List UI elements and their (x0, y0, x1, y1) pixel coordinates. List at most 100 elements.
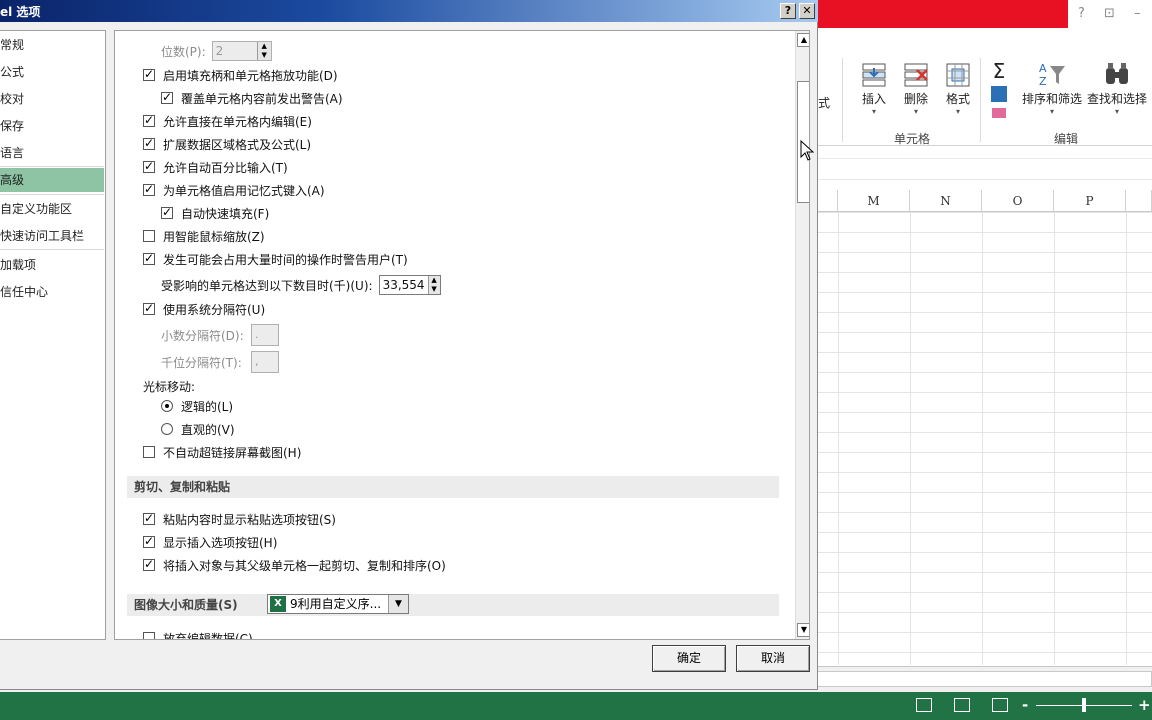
decimal-places-stepper[interactable]: 2 ▲ ▼ (211, 41, 272, 61)
column-header-o[interactable]: O (982, 190, 1054, 212)
ribbon-format-partial: 式 (818, 96, 831, 110)
nav-item-quick-access-toolbar[interactable]: 快速访问工具栏 (0, 224, 104, 248)
system-separators-label: 使用系统分隔符(U) (163, 302, 266, 317)
eraser-icon[interactable] (992, 108, 1006, 118)
zoom-out-button[interactable]: - (1022, 696, 1028, 714)
visual-radio[interactable] (161, 423, 173, 435)
worksheet-grid[interactable] (818, 212, 1152, 665)
dialog-title: el 选项 (0, 5, 41, 19)
fill-handle-option[interactable]: 启用填充柄和单元格拖放功能(D) (143, 66, 338, 84)
nav-item-advanced[interactable]: 高级 (0, 168, 104, 192)
no-hyperlink-screenshot-option[interactable]: 不自动超链接屏幕截图(H) (143, 443, 301, 461)
cursor-logical-option[interactable]: 逻辑的(L) (161, 397, 233, 415)
edit-group-label: 编辑 (1054, 132, 1079, 146)
page-layout-icon[interactable] (954, 698, 970, 712)
autocomplete-checkbox[interactable] (143, 182, 155, 196)
insert-options-option[interactable]: 显示插入选项按钮(H) (143, 533, 277, 551)
dialog-title-bar[interactable]: el 选项 ? ✕ (0, 0, 818, 22)
system-separators-checkbox[interactable] (143, 301, 155, 315)
insert-options-checkbox[interactable] (143, 534, 155, 548)
paste-options-option[interactable]: 粘贴内容时显示粘贴选项按钮(S) (143, 510, 336, 528)
section-image-size-quality: 图像大小和质量(S) X 9利用自定义序... ▼ (127, 594, 779, 616)
cut-with-objects-checkbox[interactable] (143, 557, 155, 571)
excel-file-icon: X (270, 596, 286, 612)
nav-item-general[interactable]: 常规 (0, 33, 104, 57)
spin-up-icon[interactable]: ▲ (258, 42, 271, 51)
help-button[interactable]: ? (780, 3, 796, 19)
format-cells-button[interactable]: 格式 ▾ (938, 60, 978, 117)
nav-item-save[interactable]: 保存 (0, 114, 104, 138)
insert-cells-button[interactable]: 插入 ▾ (854, 60, 894, 117)
zoom-in-button[interactable]: + (1138, 696, 1151, 714)
affected-cells-stepper[interactable]: 33,554 ▲ ▼ (378, 275, 441, 295)
spin-down-icon[interactable]: ▼ (258, 51, 271, 60)
nav-item-proofing[interactable]: 校对 (0, 87, 104, 111)
time-warn-checkbox[interactable] (143, 251, 155, 265)
ribbon-display-icon[interactable]: ⊡ (1104, 6, 1115, 21)
cancel-button[interactable]: 取消 (736, 645, 810, 672)
close-button[interactable]: ✕ (799, 3, 815, 19)
content-vertical-scrollbar[interactable]: ▲ ▼ (795, 31, 809, 639)
ok-button[interactable]: 确定 (652, 645, 726, 672)
extend-formats-checkbox[interactable] (143, 136, 155, 150)
paste-options-checkbox[interactable] (143, 511, 155, 525)
column-header-p[interactable]: P (1054, 190, 1126, 212)
sort-filter-button[interactable]: A Z 排序和筛选 ▾ (1020, 60, 1084, 117)
overwrite-warn-option[interactable]: 覆盖单元格内容前发出警告(A) (161, 89, 343, 107)
normal-view-icon[interactable] (916, 698, 932, 712)
spin-up-icon[interactable]: ▲ (429, 276, 440, 285)
decimal-separator-input[interactable]: . (251, 324, 279, 346)
overwrite-warn-checkbox[interactable] (161, 90, 173, 104)
extend-formats-option[interactable]: 扩展数据区域格式及公式(L) (143, 135, 311, 153)
delete-cells-button[interactable]: 删除 ▾ (896, 60, 936, 117)
autocomplete-option[interactable]: 为单元格值启用记忆式键入(A) (143, 181, 325, 199)
zoom-slider-handle[interactable] (1082, 698, 1086, 712)
autosum-button[interactable]: Σ (984, 60, 1014, 118)
cut-with-objects-option[interactable]: 将插入对象与其父级单元格一起剪切、复制和排序(O) (143, 556, 446, 574)
fill-handle-checkbox[interactable] (143, 67, 155, 81)
flash-fill-checkbox[interactable] (161, 205, 173, 219)
column-header-next[interactable] (1126, 190, 1152, 212)
workbook-select[interactable]: X 9利用自定义序... ▼ (267, 594, 409, 614)
auto-percent-checkbox[interactable] (143, 159, 155, 173)
time-warn-option[interactable]: 发生可能会占用大量时间的操作时警告用户(T) (143, 250, 408, 268)
auto-percent-option[interactable]: 允许自动百分比输入(T) (143, 158, 288, 176)
scroll-down-icon[interactable]: ▼ (797, 623, 809, 637)
find-select-button[interactable]: 查找和选择 ▾ (1084, 60, 1150, 117)
edit-in-cell-option[interactable]: 允许直接在单元格内编辑(E) (143, 112, 312, 130)
spin-down-icon[interactable]: ▼ (429, 285, 440, 294)
intellimouse-zoom-checkbox[interactable] (143, 230, 155, 242)
cursor-movement-heading: 光标移动: (143, 379, 196, 394)
fill-down-icon[interactable] (991, 86, 1007, 102)
svg-text:Z: Z (1039, 75, 1047, 88)
logical-radio[interactable] (161, 400, 173, 412)
discard-edit-data-option[interactable]: 放弃编辑数据(C) (143, 629, 253, 639)
flash-fill-option[interactable]: 自动快速填充(F) (161, 204, 269, 222)
scroll-up-icon[interactable]: ▲ (797, 33, 809, 47)
nav-item-formulas[interactable]: 公式 (0, 60, 104, 84)
chevron-down-icon[interactable]: ▼ (388, 595, 408, 613)
intellimouse-zoom-option[interactable]: 用智能鼠标缩放(Z) (143, 227, 265, 245)
column-header-n[interactable]: N (910, 190, 982, 212)
nav-item-trust-center[interactable]: 信任中心 (0, 280, 104, 304)
options-dialog: el 选项 ? ✕ 常规 公式 校对 保存 语言 高级 自定义功能区 快速访问工… (0, 0, 818, 690)
no-hyperlink-screenshot-checkbox[interactable] (143, 446, 155, 458)
page-break-preview-icon[interactable] (992, 698, 1008, 712)
system-separators-option[interactable]: 使用系统分隔符(U) (143, 300, 265, 318)
help-icon[interactable]: ? (1078, 6, 1085, 21)
formula-bar[interactable] (818, 158, 1152, 180)
thousands-separator-input[interactable]: , (251, 351, 279, 373)
minimize-icon[interactable]: – (1134, 6, 1141, 21)
edit-in-cell-checkbox[interactable] (143, 113, 155, 127)
format-label: 格式 (945, 92, 970, 106)
column-header-spacer (818, 190, 838, 212)
cursor-visual-option[interactable]: 直观的(V) (161, 420, 235, 438)
nav-item-customize-ribbon[interactable]: 自定义功能区 (0, 197, 104, 221)
no-hyperlink-screenshot-label: 不自动超链接屏幕截图(H) (163, 445, 302, 460)
intellimouse-zoom-label: 用智能鼠标缩放(Z) (163, 229, 265, 244)
nav-item-addins[interactable]: 加载项 (0, 253, 104, 277)
discard-edit-data-checkbox[interactable] (143, 632, 155, 639)
nav-item-language[interactable]: 语言 (0, 141, 104, 165)
column-header-m[interactable]: M (838, 190, 910, 212)
visual-label: 直观的(V) (181, 422, 235, 437)
